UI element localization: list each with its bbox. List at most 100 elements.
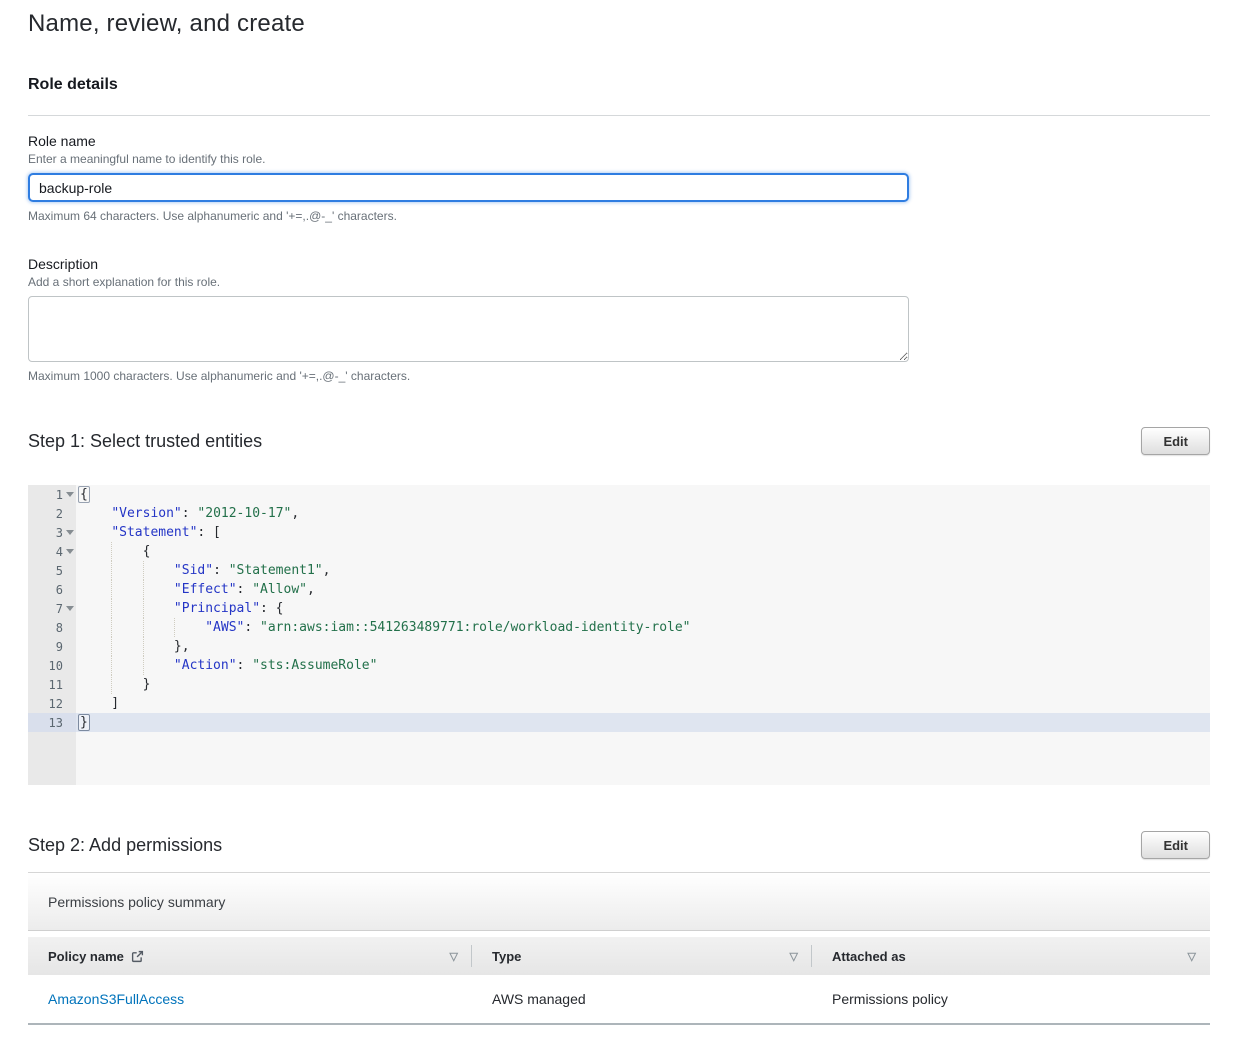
editor-code-line[interactable]: },	[76, 637, 1210, 656]
editor-line-number: 5	[28, 561, 76, 580]
role-name-constraint: Maximum 64 characters. Use alphanumeric …	[28, 209, 1210, 223]
line-number: 9	[28, 640, 63, 654]
editor-code-line[interactable]: {	[76, 542, 1210, 561]
editor-code-line[interactable]: "Action": "sts:AssumeRole"	[76, 656, 1210, 675]
role-name-label: Role name	[28, 133, 1210, 149]
permissions-summary-panel: Permissions policy summary Policy name ▽	[28, 872, 1210, 1025]
line-number: 2	[28, 507, 63, 521]
editor-code[interactable]: { "Version": "2012-10-17", "Statement": …	[76, 485, 1210, 785]
line-number: 10	[28, 659, 63, 673]
description-field: Description Add a short explanation for …	[28, 256, 1210, 383]
editor-line-number: 13	[28, 713, 76, 732]
policy-type-cell: AWS managed	[472, 991, 812, 1007]
editor-code-line[interactable]: "Principal": {	[76, 599, 1210, 618]
step2-header: Step 2: Add permissions Edit	[28, 831, 1210, 859]
editor-line-number: 4	[28, 542, 76, 561]
description-constraint: Maximum 1000 characters. Use alphanumeri…	[28, 369, 1210, 383]
line-number: 8	[28, 621, 63, 635]
step1-header: Step 1: Select trusted entities Edit	[28, 427, 1210, 455]
indent-guide	[143, 618, 144, 637]
column-header-policy-name[interactable]: Policy name ▽	[28, 937, 472, 975]
indent-guide	[143, 561, 144, 580]
editor-code-line[interactable]: ]	[76, 694, 1210, 713]
role-name-input[interactable]	[28, 173, 909, 202]
step1-edit-button[interactable]: Edit	[1141, 427, 1210, 455]
indent-guide	[143, 656, 144, 675]
fold-arrow-icon[interactable]	[66, 492, 74, 497]
line-number: 7	[28, 602, 63, 616]
editor-code-line[interactable]: }	[76, 675, 1210, 694]
editor-line-number: 7	[28, 599, 76, 618]
column-header-attached-as[interactable]: Attached as ▽	[812, 937, 1210, 975]
permissions-table-header: Policy name ▽ Type ▽ Attached a	[28, 937, 1210, 975]
policy-name-column-label: Policy name	[48, 949, 124, 964]
description-textarea[interactable]	[28, 296, 909, 362]
step2-heading: Step 2: Add permissions	[28, 835, 222, 856]
permissions-panel-title: Permissions policy summary	[28, 873, 1210, 931]
editor-line-number: 10	[28, 656, 76, 675]
attached-as-column-label: Attached as	[832, 949, 906, 964]
line-number: 4	[28, 545, 63, 559]
page-title: Name, review, and create	[28, 10, 1210, 38]
fold-arrow-icon[interactable]	[66, 549, 74, 554]
editor-line-number: 9	[28, 637, 76, 656]
editor-line-number: 3	[28, 523, 76, 542]
role-details-heading: Role details	[28, 76, 1210, 94]
trust-policy-editor[interactable]: 12345678910111213 { "Version": "2012-10-…	[28, 485, 1210, 785]
type-column-label: Type	[492, 949, 521, 964]
step1-heading: Step 1: Select trusted entities	[28, 431, 262, 452]
attached-as-cell: Permissions policy	[812, 991, 1210, 1007]
editor-code-line[interactable]: }	[76, 713, 1210, 732]
line-number: 5	[28, 564, 63, 578]
editor-line-number: 2	[28, 504, 76, 523]
external-link-icon	[131, 950, 144, 963]
indent-guide	[111, 618, 112, 637]
name-review-create-page: Name, review, and create Role details Ro…	[0, 0, 1242, 1025]
editor-line-number: 1	[28, 485, 76, 504]
editor-line-number: 8	[28, 618, 76, 637]
sort-icon-policy-name[interactable]: ▽	[450, 950, 458, 963]
line-number: 6	[28, 583, 63, 597]
line-number: 3	[28, 526, 63, 540]
editor-line-number: 11	[28, 675, 76, 694]
indent-guide	[143, 599, 144, 618]
editor-code-line[interactable]: {	[76, 485, 1210, 504]
editor-code-line[interactable]: "Version": "2012-10-17",	[76, 504, 1210, 523]
indent-guide	[143, 637, 144, 656]
sort-icon-attached-as[interactable]: ▽	[1188, 950, 1196, 963]
role-name-field: Role name Enter a meaningful name to ide…	[28, 133, 1210, 223]
description-label: Description	[28, 256, 1210, 272]
editor-code-line[interactable]: "Sid": "Statement1",	[76, 561, 1210, 580]
editor-line-number: 12	[28, 694, 76, 713]
table-row: AmazonS3FullAccess AWS managed Permissio…	[28, 975, 1210, 1025]
indent-guide	[111, 637, 112, 656]
indent-guide	[143, 580, 144, 599]
policy-name-link[interactable]: AmazonS3FullAccess	[48, 991, 184, 1007]
policy-name-cell: AmazonS3FullAccess	[28, 991, 472, 1007]
step2-edit-button[interactable]: Edit	[1141, 831, 1210, 859]
sort-icon-type[interactable]: ▽	[790, 950, 798, 963]
editor-code-line[interactable]: "Effect": "Allow",	[76, 580, 1210, 599]
editor-line-number: 6	[28, 580, 76, 599]
line-number: 11	[28, 678, 63, 692]
indent-guide	[111, 675, 112, 694]
indent-guide	[174, 618, 175, 637]
permissions-table: Policy name ▽ Type ▽ Attached a	[28, 937, 1210, 1025]
indent-guide	[111, 580, 112, 599]
role-name-help: Enter a meaningful name to identify this…	[28, 152, 1210, 166]
line-number: 12	[28, 697, 63, 711]
line-number: 13	[28, 716, 63, 730]
editor-code-line[interactable]: "Statement": [	[76, 523, 1210, 542]
editor-gutter: 12345678910111213	[28, 485, 76, 785]
fold-arrow-icon[interactable]	[66, 530, 74, 535]
editor-code-line[interactable]: "AWS": "arn:aws:iam::541263489771:role/w…	[76, 618, 1210, 637]
role-details-divider	[28, 115, 1210, 116]
indent-guide	[111, 599, 112, 618]
indent-guide	[111, 656, 112, 675]
line-number: 1	[28, 488, 63, 502]
indent-guide	[111, 542, 112, 561]
description-help: Add a short explanation for this role.	[28, 275, 1210, 289]
column-header-type[interactable]: Type ▽	[472, 937, 812, 975]
indent-guide	[111, 561, 112, 580]
fold-arrow-icon[interactable]	[66, 606, 74, 611]
